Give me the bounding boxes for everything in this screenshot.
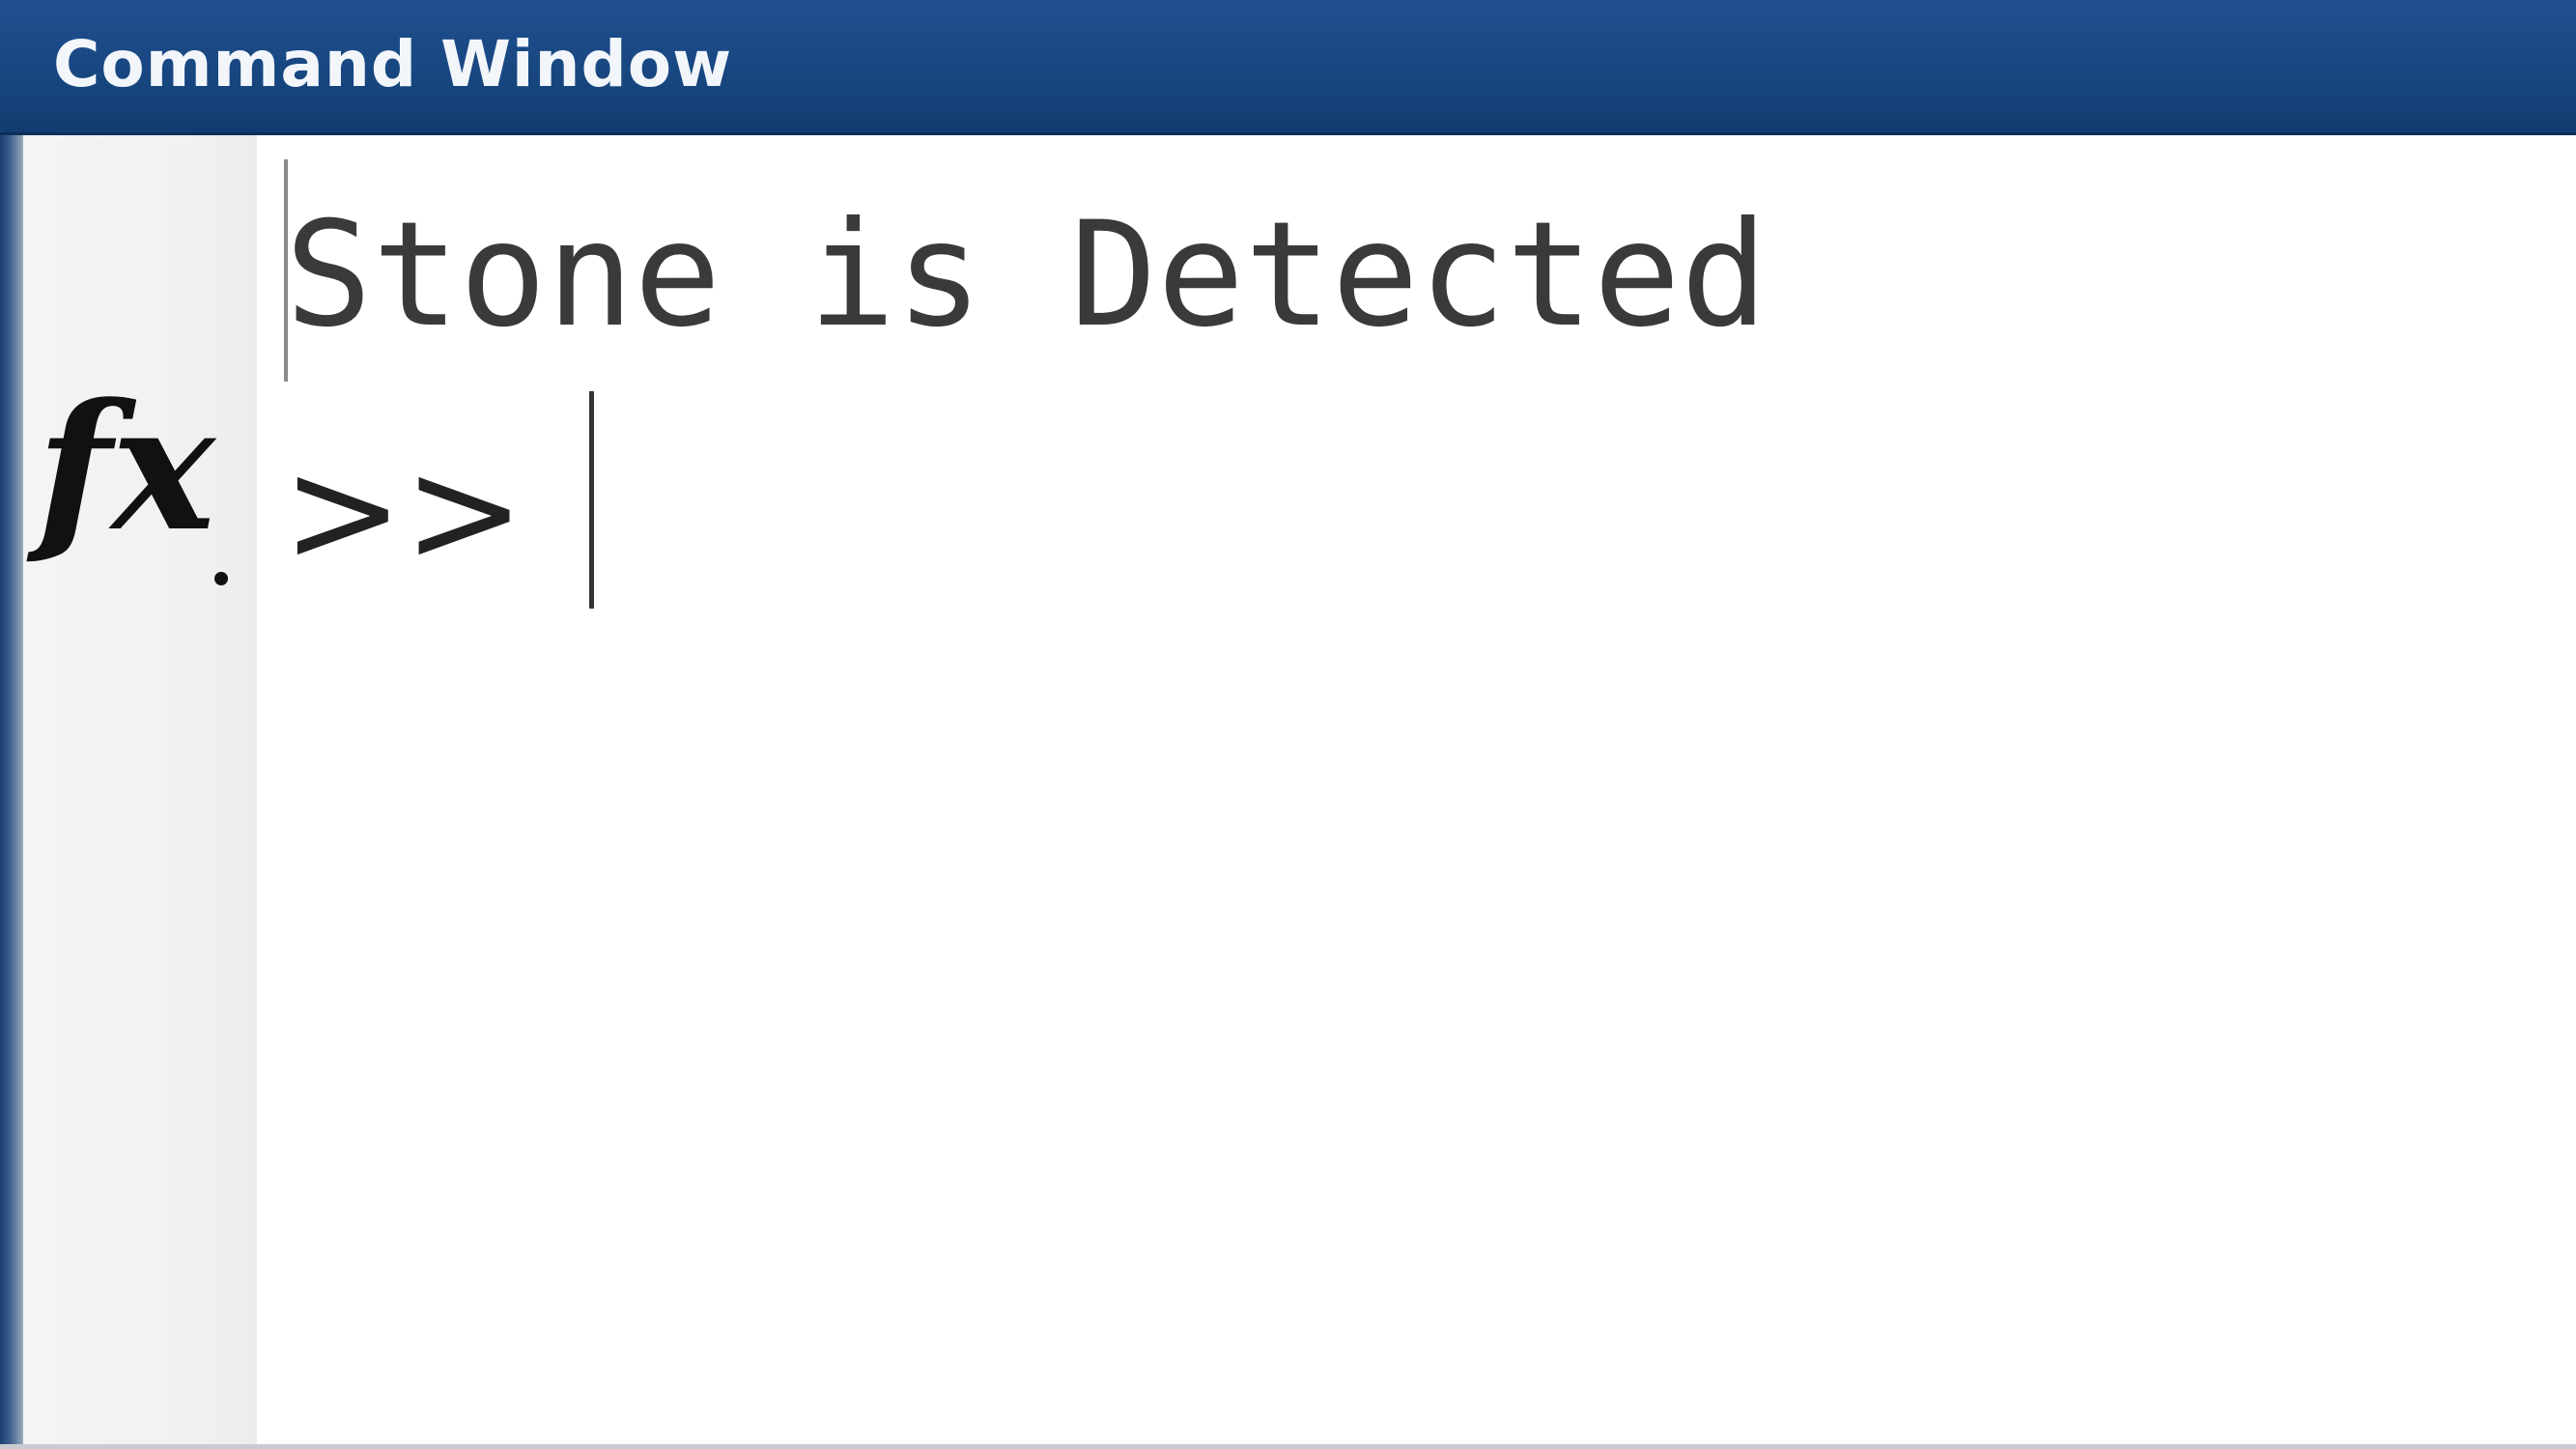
window-title: Command Window <box>53 27 733 101</box>
window-left-border <box>0 135 23 1449</box>
console-output-line: Stone is Detected <box>285 191 1769 359</box>
fx-icon[interactable]: fx <box>37 382 215 555</box>
window-bottom-border <box>0 1444 2576 1449</box>
text-caret <box>589 391 594 609</box>
fx-icon-indicator <box>214 572 228 585</box>
window-titlebar[interactable]: Command Window <box>0 0 2576 135</box>
command-prompt: >> <box>282 428 525 596</box>
command-window: Command Window Stone is Detected fx >> <box>0 0 2576 1449</box>
console-gutter <box>23 135 257 1444</box>
command-input[interactable] <box>541 382 2521 613</box>
